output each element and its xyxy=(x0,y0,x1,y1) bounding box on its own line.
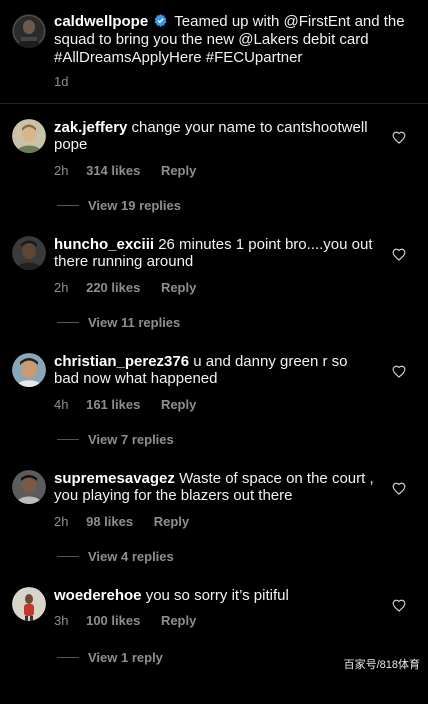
comment-time: 3h xyxy=(54,613,69,628)
comment-item: zak.jeffery change your name to cantshoo… xyxy=(0,119,428,236)
comment-likes[interactable]: 314 likes xyxy=(86,163,140,178)
comment-likes[interactable]: 220 likes xyxy=(86,280,140,295)
view-replies-button[interactable]: View 19 replies xyxy=(57,198,181,213)
like-heart-icon[interactable] xyxy=(392,482,406,495)
caption-username[interactable]: caldwellpope xyxy=(54,13,148,30)
view-replies-button[interactable]: View 1 reply xyxy=(57,650,163,665)
caption-text: caldwellpope Teamed up with @FirstEnt an… xyxy=(54,13,412,67)
comment-username[interactable]: supremesavagez xyxy=(54,470,175,487)
reply-button[interactable]: Reply xyxy=(154,514,189,529)
view-replies-button[interactable]: View 4 replies xyxy=(57,549,174,564)
commenter-avatar[interactable] xyxy=(12,119,46,153)
comment-meta: 2h 98 likes Reply xyxy=(54,514,207,529)
comment-body: you so sorry it’s pitiful xyxy=(145,587,289,604)
view-replies-label: View 4 replies xyxy=(88,549,174,564)
reply-button[interactable]: Reply xyxy=(161,397,196,412)
view-replies-label: View 11 replies xyxy=(88,315,181,330)
comment-username[interactable]: woederehoe xyxy=(54,587,142,604)
commenter-avatar[interactable] xyxy=(12,236,46,270)
post-caption: caldwellpope Teamed up with @FirstEnt an… xyxy=(0,0,428,103)
caption-timestamp: 1d xyxy=(54,74,69,89)
verified-badge-icon xyxy=(154,14,167,27)
replies-line xyxy=(57,556,79,557)
comment-item: huncho_exciii 26 minutes 1 point bro....… xyxy=(0,236,428,353)
replies-line xyxy=(57,439,79,440)
comment-username[interactable]: zak.jeffery xyxy=(54,119,127,136)
comment-item: woederehoe you so sorry it’s pitiful 3h … xyxy=(0,587,428,704)
comment-likes[interactable]: 98 likes xyxy=(86,514,133,529)
comment-likes[interactable]: 161 likes xyxy=(86,397,140,412)
like-heart-icon[interactable] xyxy=(392,599,406,612)
comment-likes[interactable]: 100 likes xyxy=(86,613,140,628)
commenter-avatar[interactable] xyxy=(12,587,46,621)
watermark: 百家号/818体育 xyxy=(343,659,420,671)
comment-meta: 3h 100 likes Reply xyxy=(54,613,214,628)
comment-meta: 4h 161 likes Reply xyxy=(54,397,214,412)
like-heart-icon[interactable] xyxy=(392,131,406,144)
caldwellpope-avatar[interactable] xyxy=(12,14,46,48)
view-replies-label: View 1 reply xyxy=(88,650,163,665)
comment-text: huncho_exciii 26 minutes 1 point bro....… xyxy=(54,236,374,270)
comment-item: supremesavagez Waste of space on the cou… xyxy=(0,470,428,587)
comment-time: 2h xyxy=(54,514,69,529)
comment-time: 2h xyxy=(54,280,69,295)
comment-time: 2h xyxy=(54,163,69,178)
replies-line xyxy=(57,657,79,658)
view-replies-button[interactable]: View 7 replies xyxy=(57,432,174,447)
replies-line xyxy=(57,322,79,323)
comment-text: supremesavagez Waste of space on the cou… xyxy=(54,470,374,504)
comment-text: woederehoe you so sorry it’s pitiful xyxy=(54,587,374,604)
comment-username[interactable]: christian_perez376 xyxy=(54,353,189,370)
commenter-avatar[interactable] xyxy=(12,353,46,387)
view-replies-label: View 19 replies xyxy=(88,198,181,213)
commenter-avatar[interactable] xyxy=(12,470,46,504)
replies-line xyxy=(57,205,79,206)
like-heart-icon[interactable] xyxy=(392,248,406,261)
reply-button[interactable]: Reply xyxy=(161,280,196,295)
comment-text: zak.jeffery change your name to cantshoo… xyxy=(54,119,374,153)
comment-time: 4h xyxy=(54,397,69,412)
comment-text: christian_perez376 u and danny green r s… xyxy=(54,353,374,387)
reply-button[interactable]: Reply xyxy=(161,613,196,628)
comment-username[interactable]: huncho_exciii xyxy=(54,236,154,253)
view-replies-button[interactable]: View 11 replies xyxy=(57,315,180,330)
view-replies-label: View 7 replies xyxy=(88,432,174,447)
comment-meta: 2h 314 likes Reply xyxy=(54,163,214,178)
comment-meta: 2h 220 likes Reply xyxy=(54,280,214,295)
comment-item: christian_perez376 u and danny green r s… xyxy=(0,353,428,470)
like-heart-icon[interactable] xyxy=(392,365,406,378)
caption-divider xyxy=(0,103,428,104)
reply-button[interactable]: Reply xyxy=(161,163,196,178)
